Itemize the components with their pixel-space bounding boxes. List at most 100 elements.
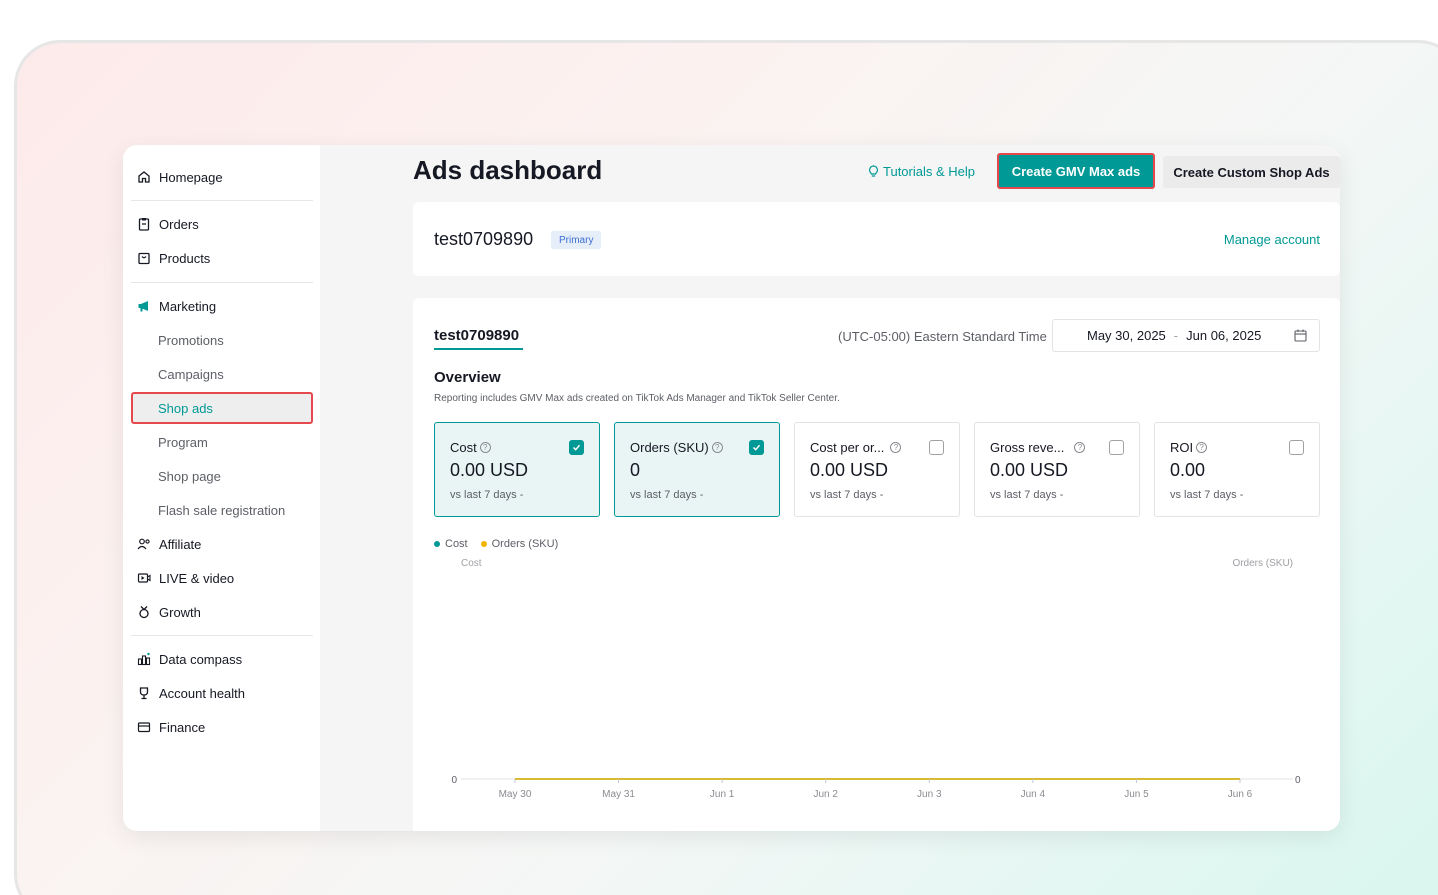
metric-label-text: Gross reve... <box>990 440 1065 455</box>
x-tick-label: May 30 <box>499 789 532 800</box>
legend-dot <box>434 541 440 547</box>
sidebar-item-affiliate[interactable]: Affiliate <box>137 530 201 558</box>
sidebar-item-growth[interactable]: Growth <box>137 598 201 626</box>
lightbulb-icon <box>869 165 878 177</box>
metric-label-text: ROI <box>1170 440 1194 455</box>
manage-account-link[interactable]: Manage account <box>1224 232 1320 247</box>
clipboard-icon <box>137 217 151 231</box>
sidebar-item-account-health[interactable]: Account health <box>137 679 245 707</box>
check-icon <box>752 444 761 451</box>
sidebar-item-label: Finance <box>159 719 206 735</box>
x-tick-label: May 31 <box>602 789 635 800</box>
tab-underline <box>434 348 523 350</box>
report-card: test0709890 (UTC-05:00) Eastern Standard… <box>413 298 1340 831</box>
divider <box>131 200 313 201</box>
metric-card-cost[interactable]: Cost? 0.00 USD vs last 7 days - <box>434 422 600 517</box>
create-gmv-max-ads-button[interactable]: Create GMV Max ads <box>997 153 1155 189</box>
metric-card-roi[interactable]: ROI? 0.00 vs last 7 days - <box>1154 422 1320 517</box>
medal-icon <box>137 605 151 619</box>
sidebar-sub-program[interactable]: Program <box>158 428 208 456</box>
legend-item-orders[interactable]: Orders (SKU) <box>480 538 559 550</box>
sidebar: Homepage Orders Products Marketing Promo… <box>123 145 320 831</box>
people-icon <box>137 537 151 551</box>
sidebar-item-data-compass[interactable]: Data compass <box>137 645 242 673</box>
metric-comparison: vs last 7 days - <box>630 489 704 501</box>
legend-dot <box>480 541 487 547</box>
home-icon <box>137 170 151 184</box>
metric-label-text: Cost per or... <box>810 440 885 455</box>
metric-card-orders[interactable]: Orders (SKU)? 0 vs last 7 days - <box>614 422 780 517</box>
primary-badge: Primary <box>551 231 602 249</box>
sidebar-item-orders[interactable]: Orders <box>137 210 199 238</box>
metric-label: ROI? <box>1170 440 1208 455</box>
sidebar-sub-shop-page[interactable]: Shop page <box>158 462 221 490</box>
metric-checkbox[interactable] <box>749 440 764 455</box>
metric-card-gross-revenue[interactable]: Gross reve...? 0.00 USD vs last 7 days - <box>974 422 1140 517</box>
page-title: Ads dashboard <box>413 155 603 185</box>
metric-label: Cost per or...? <box>810 440 902 455</box>
date-start: May 30, 2025 <box>1087 328 1166 343</box>
megaphone-icon <box>137 299 151 313</box>
help-icon: ? <box>1074 442 1086 453</box>
legend-item-cost[interactable]: Cost <box>434 538 468 550</box>
sidebar-sub-campaigns[interactable]: Campaigns <box>158 360 224 388</box>
x-tick-label: Jun 1 <box>710 789 735 800</box>
chart-legend: Cost Orders (SKU) <box>434 538 571 550</box>
help-icon: ? <box>1196 442 1208 453</box>
app-window: Homepage Orders Products Marketing Promo… <box>123 145 1340 831</box>
metric-label-text: Cost <box>450 440 477 455</box>
sidebar-item-label: Data compass <box>159 651 243 667</box>
legend-label: Orders (SKU) <box>491 538 559 550</box>
tutorials-help-link[interactable]: Tutorials & Help <box>868 164 975 179</box>
card-icon <box>137 720 151 734</box>
metric-checkbox[interactable] <box>569 440 584 455</box>
overview-description: Reporting includes GMV Max ads created o… <box>434 393 840 404</box>
y2-tick-label: 0 <box>1295 775 1301 786</box>
sidebar-item-label: Marketing <box>159 298 217 314</box>
create-custom-shop-ads-button[interactable]: Create Custom Shop Ads <box>1163 156 1340 188</box>
x-tick-label: Jun 2 <box>813 789 838 800</box>
metric-comparison: vs last 7 days - <box>810 489 884 501</box>
metric-value: 0.00 USD <box>450 460 529 480</box>
date-end: Jun 06, 2025 <box>1186 328 1262 343</box>
metric-card-cost-per-order[interactable]: Cost per or...? 0.00 USD vs last 7 days … <box>794 422 960 517</box>
line-chart: 0 0 May 30 May 31 Jun 1 Jun 2 Jun 3 Jun 4 Jun 5 J… <box>451 775 1301 800</box>
account-card: test0709890 Primary Manage account <box>413 202 1340 276</box>
x-tick-label: Jun 4 <box>1021 789 1046 800</box>
sidebar-item-label: Growth <box>159 604 201 620</box>
metric-label-text: Orders (SKU) <box>630 440 709 455</box>
metric-value: 0.00 <box>1170 460 1206 480</box>
sidebar-item-live-video[interactable]: LIVE & video <box>137 564 234 592</box>
sidebar-item-products[interactable]: Products <box>137 244 210 272</box>
metric-comparison: vs last 7 days - <box>1170 489 1244 501</box>
sidebar-sub-shop-ads[interactable]: Shop ads <box>158 394 213 422</box>
metric-checkbox[interactable] <box>1289 440 1304 455</box>
metric-value: 0 <box>630 460 641 480</box>
sidebar-sub-promotions[interactable]: Promotions <box>158 326 224 354</box>
date-separator: - <box>1173 328 1179 343</box>
help-icon: ? <box>890 442 902 453</box>
tab-account[interactable]: test0709890 <box>434 327 519 344</box>
sidebar-item-homepage[interactable]: Homepage <box>137 163 223 191</box>
sidebar-item-label: Homepage <box>159 169 223 185</box>
metric-checkbox[interactable] <box>1109 440 1124 455</box>
sidebar-item-label: Products <box>159 250 211 266</box>
metric-label: Gross reve...? <box>990 440 1086 455</box>
button-label: Create GMV Max ads <box>1001 157 1151 185</box>
calendar-icon <box>1294 329 1307 342</box>
x-tick-label: Jun 3 <box>917 789 942 800</box>
y-axis-title-left: Cost <box>461 558 482 569</box>
divider <box>131 282 313 283</box>
video-icon <box>137 571 151 585</box>
metric-value: 0.00 USD <box>810 460 889 480</box>
date-range-picker[interactable]: May 30, 2025 - Jun 06, 2025 <box>1052 319 1320 352</box>
help-label: Tutorials & Help <box>883 164 975 179</box>
chart-icon <box>137 652 151 666</box>
metric-checkbox[interactable] <box>929 440 944 455</box>
metric-label: Orders (SKU)? <box>630 440 723 455</box>
sidebar-sub-flash-sale[interactable]: Flash sale registration <box>158 496 285 524</box>
sidebar-item-marketing[interactable]: Marketing <box>137 292 216 320</box>
sidebar-item-finance[interactable]: Finance <box>137 713 205 741</box>
box-icon <box>137 251 151 265</box>
metric-comparison: vs last 7 days - <box>990 489 1064 501</box>
